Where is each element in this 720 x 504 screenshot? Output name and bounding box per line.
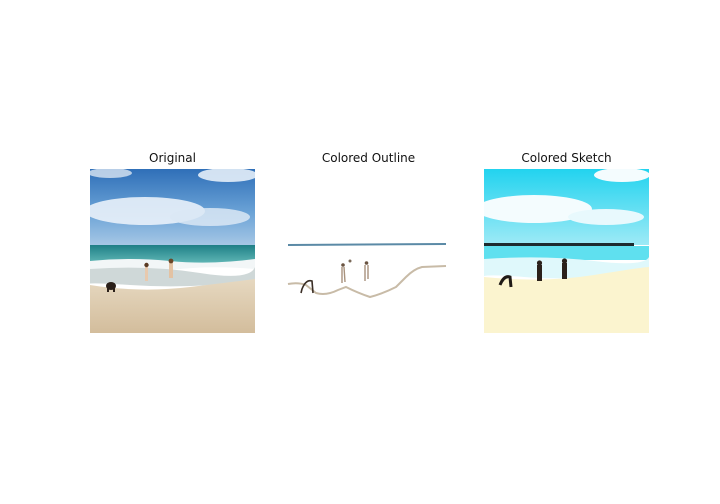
small-mark <box>348 259 352 263</box>
sketch-person <box>561 258 568 279</box>
panel-title-colored-sketch: Colored Sketch <box>521 151 612 165</box>
outline-drawing <box>286 169 451 333</box>
sketch-cloud <box>568 209 644 225</box>
panel-title-original: Original <box>149 151 196 165</box>
image-panel-colored-outline <box>286 169 451 333</box>
image-panel-original <box>90 169 255 333</box>
panel-title-colored-outline: Colored Outline <box>321 151 416 165</box>
image-panel-colored-sketch <box>484 169 649 333</box>
cloud <box>170 208 250 226</box>
sketch-drawing <box>484 169 649 333</box>
sketch-person <box>536 260 543 281</box>
horizon-line <box>287 243 447 246</box>
person-figure <box>168 258 174 278</box>
sketch-horizon <box>484 243 634 246</box>
beach-photo <box>90 169 255 333</box>
